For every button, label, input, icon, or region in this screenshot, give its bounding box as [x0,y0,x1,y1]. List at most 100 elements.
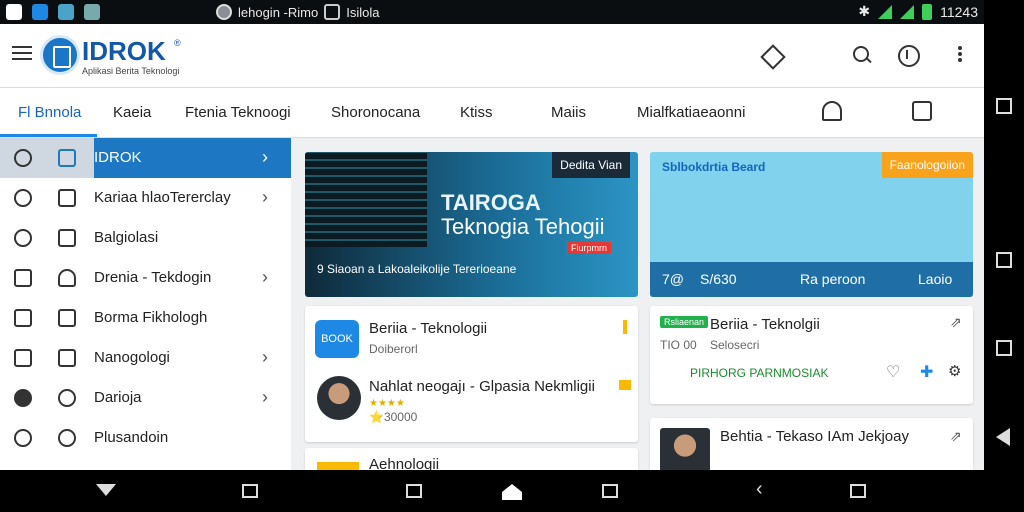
expand-icon[interactable]: ⇗ [950,314,962,331]
sidebar-item-nanogologi[interactable]: Nanogologi › [0,338,291,378]
sidebar-item-idrok[interactable]: IDROK › [0,138,291,178]
status-bar: lehogin -Rimo Isilola ✱ 11243 [0,0,984,24]
sidebar-item-drenia[interactable]: Drenia - Tekdogin › [0,258,291,298]
search-icon [14,429,32,447]
avatar-icon [216,4,232,20]
list-icon [58,189,76,207]
user-icon [58,269,76,287]
hero-card[interactable]: Dedita Vian TAIROGA Teknogia Tehogii Fiu… [305,152,638,297]
main-content: Dedita Vian TAIROGA Teknogia Tehogii Fiu… [291,138,984,470]
sidebar-item-label: Balgiolasi [94,229,159,246]
sidebar-item-label: Plusandoin [94,429,169,446]
search-icon [14,229,32,247]
window-tab-icon[interactable] [912,101,932,121]
pin-icon [14,389,32,407]
news-title: Nahlat neogajı - Glpasia Nekmligii [369,378,595,395]
chat-icon [58,429,76,447]
tab-teknologi[interactable]: Ftenia Teknoogi [185,104,291,121]
info-icon[interactable] [897,44,921,68]
diamond-icon[interactable] [760,44,784,68]
news-meta: Selosecri [710,338,760,352]
back-icon[interactable]: ‹ [756,478,763,501]
home-icon[interactable] [996,252,1012,268]
recent-icon[interactable] [996,340,1012,356]
hero-tag: Fiurpmrn [567,242,612,254]
tab-mialfkatiaeaonni[interactable]: Mialfkatiaeaonni [637,104,745,121]
app-notification-icon [58,4,74,20]
app-icon [324,4,341,20]
app-logo: IDROK [82,36,166,66]
tab-maiis[interactable]: Maiis [551,104,586,121]
featured-card[interactable]: Sblbokdrtia Beard Faanologoiion 7@ S/630… [650,152,973,297]
more-icon[interactable] [948,44,972,68]
news-meta: ⭐30000 [369,410,418,424]
author-avatar [317,376,361,420]
box-icon [14,309,32,327]
back-nav-icon[interactable] [96,484,116,496]
thumbnail [317,462,359,470]
app-notification-icon [6,4,22,20]
menu-icon[interactable] [12,46,32,60]
news-title: Beriia - Teknolgii [710,316,820,333]
home-icon[interactable] [502,484,522,500]
search-icon[interactable] [850,44,874,68]
system-nav-bar [984,0,1024,512]
sidebar-item-label: Borma Fikhologh [94,309,208,326]
sidebar: IDROK › Kariaa hlaoTererclay › Balgiolas… [0,138,291,470]
news-card[interactable]: Behtia - Tekaso IAm Jekjoay ⇗ [650,418,973,470]
sidebar-item-darioja[interactable]: Darioja › [0,378,291,418]
grid-icon [58,149,76,167]
sidebar-item-label: Drenia - Tekdogin [94,269,212,286]
sidebar-item-kariaa[interactable]: Kariaa hlaoTererclay › [0,178,291,218]
sidebar-item-label: Kariaa hlaoTererclay [94,189,231,206]
home-tab-icon[interactable] [822,101,842,121]
hero-badge: Dedita Vian [552,152,630,178]
like-icon[interactable]: ♡ [886,362,900,382]
book-badge: BOOK [315,320,359,358]
app-notification-icon [32,4,48,20]
app-subtitle: Aplikasi Berita Teknologi [82,66,180,76]
featured-title: Sblbokdrtia Beard [662,160,766,174]
hero-image [305,152,427,247]
back-icon[interactable] [996,428,1010,446]
settings-icon[interactable]: ⚙ [948,362,961,380]
sidebar-item-label: Darioja [94,389,142,406]
sidebar-item-balgiolasi[interactable]: Balgiolasi [0,218,291,258]
featured-action-laoio[interactable]: Laoio [918,271,952,287]
tab-home[interactable]: Fl Bnnola [18,104,81,121]
hero-title: TAIROGA [441,190,541,215]
tab-kaeia[interactable]: Kaeia [113,104,151,121]
overview-icon[interactable] [602,484,618,498]
gear-icon [58,389,76,407]
news-card[interactable]: BOOK Beriia - Teknologii Doiberorl Nahla… [305,306,638,442]
sidebar-item-borma[interactable]: Borma Fikhologh [0,298,291,338]
expand-icon[interactable]: ⇗ [950,428,962,445]
document-icon [58,349,76,367]
news-title: Beriia - Teknologii [369,320,488,337]
news-card[interactable]: Aehnologii [305,448,638,470]
chevron-right-icon: › [262,147,268,167]
status-app: Isilola [346,4,380,20]
search-icon [14,149,32,167]
image-icon [58,309,76,327]
bookmark-icon[interactable] [623,320,627,334]
home-icon[interactable] [996,98,1012,114]
tab-shoronocana[interactable]: Shoronocana [331,104,420,121]
message-icon[interactable] [850,484,866,498]
news-card[interactable]: Rsliaenan Beriia - Teknolgii TIO 00 Selo… [650,306,973,404]
bluetooth-icon: ✱ [858,3,871,19]
tab-ktiss[interactable]: Ktiss [460,104,493,121]
notification-icons [6,4,100,20]
chevron-right-icon: › [262,267,268,287]
hero-headline: Teknogia Tehogii [441,214,605,239]
chat-icon[interactable] [406,484,422,498]
featured-action-person[interactable]: Ra peroon [800,271,865,287]
recent-icon[interactable] [242,484,258,498]
puzzle-icon[interactable]: ✚ [920,362,933,382]
article-thumbnail [660,428,710,470]
app-window: IDROK ® Aplikasi Berita Teknologi Fl Bnn… [0,24,984,470]
sidebar-item-plusandoin[interactable]: Plusandoin [0,418,291,458]
trophy-icon [619,380,631,390]
tab-indicator [0,134,97,137]
chevron-right-icon: › [262,187,268,207]
